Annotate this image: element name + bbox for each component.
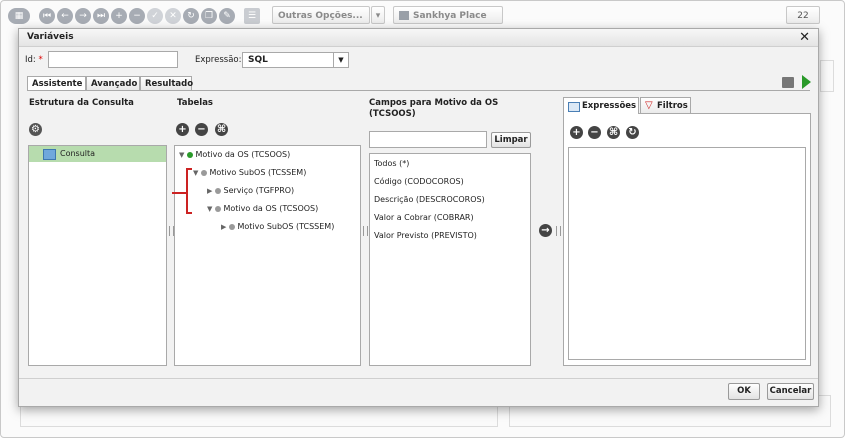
campos-search-input[interactable]: [369, 131, 487, 148]
tree-node[interactable]: ▶ Serviço (TGFPRO): [207, 186, 294, 195]
remove-expression-icon[interactable]: −: [588, 126, 601, 139]
tab-expressoes[interactable]: Expressões: [563, 97, 639, 114]
tabelas-title: Tabelas: [177, 98, 213, 108]
tree-node[interactable]: ▼ Motivo da OS (TCSOOS): [179, 150, 290, 159]
join-connector: [186, 168, 188, 214]
variaveis-dialog: Variáveis ✕ Id: * Expressão: SQL ▼ Assis…: [18, 28, 819, 407]
dialog-title: Variáveis: [27, 32, 74, 42]
id-label: Id: *: [25, 55, 43, 65]
transfer-arrow-icon[interactable]: →: [539, 224, 552, 237]
tab-avancado[interactable]: Avançado: [86, 76, 140, 90]
field-item[interactable]: Valor a Cobrar (COBRAR): [374, 213, 474, 222]
grid-view-icon[interactable]: ☰: [244, 8, 260, 24]
expressoes-list: [568, 147, 806, 360]
tab-assistente[interactable]: Assistente: [27, 76, 86, 91]
tree-node[interactable]: ▼ Motivo SubOS (TCSSEM): [193, 168, 306, 177]
field-item[interactable]: Todos (*): [374, 159, 409, 168]
table-properties-icon[interactable]: ⌘: [215, 123, 228, 136]
ok-button[interactable]: OK: [728, 383, 760, 400]
expressao-select[interactable]: SQL ▼: [242, 52, 349, 68]
join-connector: [186, 168, 192, 170]
add-table-icon[interactable]: +: [176, 123, 189, 136]
join-connector: [172, 192, 186, 194]
outras-opcoes-dropdown[interactable]: ▾: [371, 6, 385, 24]
tree-item-consulta[interactable]: Consulta: [29, 146, 166, 162]
copy-icon[interactable]: ❐: [201, 8, 217, 24]
id-input[interactable]: [48, 51, 178, 68]
tabelas-panel: ▼ Motivo da OS (TCSOOS) ▼ Motivo SubOS (…: [172, 145, 361, 366]
tab-divider: [27, 90, 810, 91]
chevron-down-icon[interactable]: ▼: [333, 53, 348, 67]
footer-divider: [19, 378, 818, 379]
remove-record-icon[interactable]: −: [129, 8, 145, 24]
sankhya-place-icon: [399, 11, 409, 20]
tab-filtros[interactable]: ▽ Filtros: [640, 97, 691, 113]
first-record-icon[interactable]: ⏮: [39, 8, 55, 24]
remove-table-icon[interactable]: −: [195, 123, 208, 136]
close-icon[interactable]: ✕: [799, 29, 810, 46]
tree-node[interactable]: ▼ Motivo da OS (TCSOOS): [207, 204, 318, 213]
page-counter: 22: [786, 6, 820, 24]
query-icon: [43, 149, 56, 160]
tree-node[interactable]: ▶ Motivo SubOS (TCSSEM): [221, 222, 334, 231]
campos-panel: Todos (*) Código (CODOCOROS) Descrição (…: [369, 153, 531, 366]
limpar-button[interactable]: Limpar: [491, 132, 531, 148]
cancel-icon[interactable]: ✕: [165, 8, 181, 24]
cancelar-button[interactable]: Cancelar: [767, 383, 814, 400]
field-item[interactable]: Descrição (DESCROCOROS): [374, 195, 485, 204]
refresh-icon[interactable]: ↻: [183, 8, 199, 24]
tab-resultado[interactable]: Resultado: [140, 76, 193, 90]
tree-item-label: Consulta: [60, 149, 96, 158]
attach-icon[interactable]: ✎: [219, 8, 235, 24]
expression-properties-icon[interactable]: ⌘: [607, 126, 620, 139]
background-panel-edge: [820, 60, 834, 92]
sankhya-place-button[interactable]: Sankhya Place: [393, 6, 503, 24]
outras-opcoes-button[interactable]: Outras Opções...: [272, 6, 370, 24]
settings-add-icon[interactable]: ⚙: [29, 123, 42, 136]
play-icon[interactable]: [802, 75, 811, 89]
dialog-titlebar: Variáveis ✕: [19, 29, 818, 47]
expressao-label: Expressão:: [195, 55, 242, 65]
add-record-icon[interactable]: +: [111, 8, 127, 24]
estrutura-title: Estrutura da Consulta: [29, 98, 134, 108]
database-icon[interactable]: [782, 77, 794, 88]
join-connector: [186, 212, 192, 214]
campos-title: Campos para Motivo da OS (TCSOOS): [369, 98, 499, 119]
table-icon: [568, 102, 580, 112]
field-item[interactable]: Valor Previsto (PREVISTO): [374, 231, 477, 240]
next-record-icon[interactable]: →: [75, 8, 91, 24]
filter-icon: ▽: [645, 100, 653, 111]
field-item[interactable]: Código (CODOCOROS): [374, 177, 464, 186]
splitter-handle[interactable]: [363, 226, 368, 236]
previous-record-icon[interactable]: ←: [57, 8, 73, 24]
splitter-handle[interactable]: [556, 226, 561, 236]
confirm-icon[interactable]: ✓: [147, 8, 163, 24]
last-record-icon[interactable]: ⏭: [93, 8, 109, 24]
add-expression-icon[interactable]: +: [570, 126, 583, 139]
estrutura-panel: Consulta: [28, 145, 167, 366]
reload-expression-icon[interactable]: ↻: [626, 126, 639, 139]
grid-menu-icon[interactable]: ▦: [8, 8, 30, 24]
